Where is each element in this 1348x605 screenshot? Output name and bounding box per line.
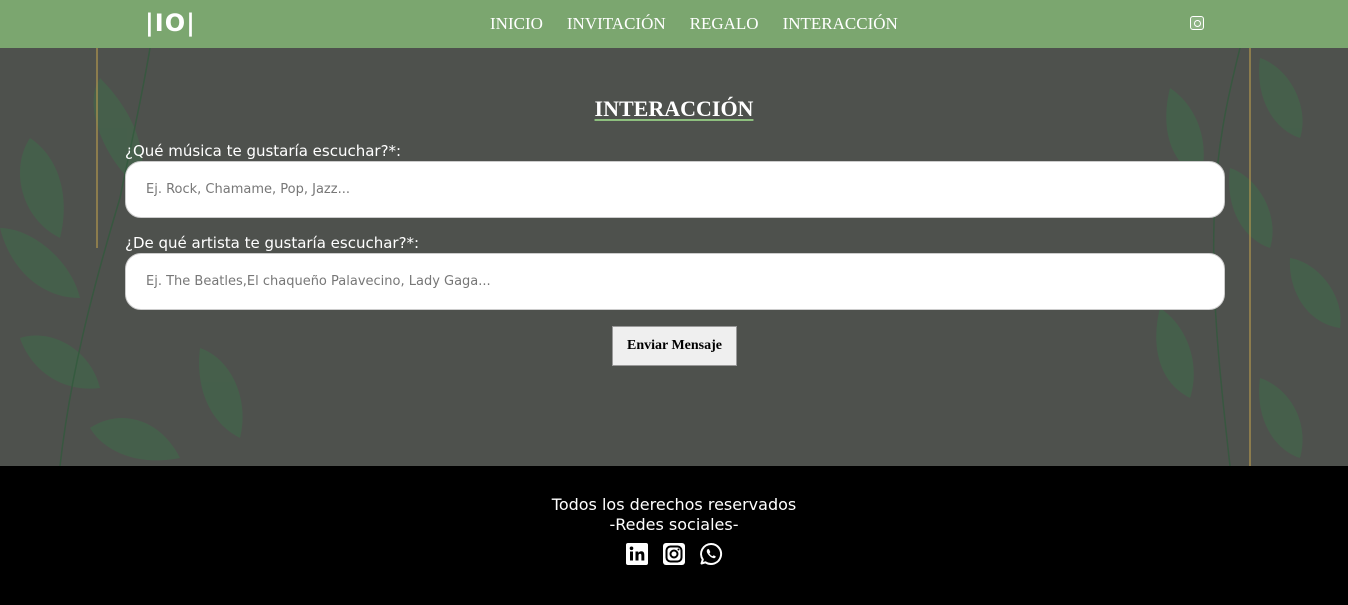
nav-link-regalo[interactable]: REGALO bbox=[690, 14, 759, 34]
music-input[interactable] bbox=[125, 161, 1225, 218]
whatsapp-icon[interactable] bbox=[699, 542, 723, 566]
nav-link-invitacion[interactable]: INVITACIÓN bbox=[567, 14, 666, 34]
linkedin-icon[interactable] bbox=[625, 542, 649, 566]
site-logo[interactable]: |IO| bbox=[145, 9, 196, 37]
nav-link-interaccion[interactable]: INTERACCIÓN bbox=[783, 14, 898, 34]
footer-rights: Todos los derechos reservados bbox=[551, 495, 797, 514]
top-navbar: |IO| INICIO INVITACIÓN REGALO INTERACCIÓ… bbox=[0, 0, 1348, 48]
footer: Todos los derechos reservados -Redes soc… bbox=[0, 466, 1348, 605]
footer-social-heading: -Redes sociales- bbox=[609, 515, 739, 534]
music-label: ¿Qué música te gustaría escuchar?*: bbox=[125, 142, 402, 160]
submit-button[interactable]: Enviar Mensaje bbox=[612, 326, 737, 366]
nav-link-inicio[interactable]: INICIO bbox=[490, 14, 543, 34]
instagram-icon[interactable] bbox=[662, 542, 686, 566]
artist-input[interactable] bbox=[125, 253, 1225, 310]
instagram-icon[interactable] bbox=[1190, 16, 1204, 30]
artist-label: ¿De qué artista te gustaría escuchar?*: bbox=[125, 234, 420, 252]
social-links bbox=[625, 542, 723, 566]
interaction-section: INTERACCIÓN ¿Qué música te gustaría escu… bbox=[0, 48, 1348, 466]
section-title: INTERACCIÓN bbox=[594, 96, 754, 121]
nav-links: INICIO INVITACIÓN REGALO INTERACCIÓN bbox=[490, 14, 898, 34]
